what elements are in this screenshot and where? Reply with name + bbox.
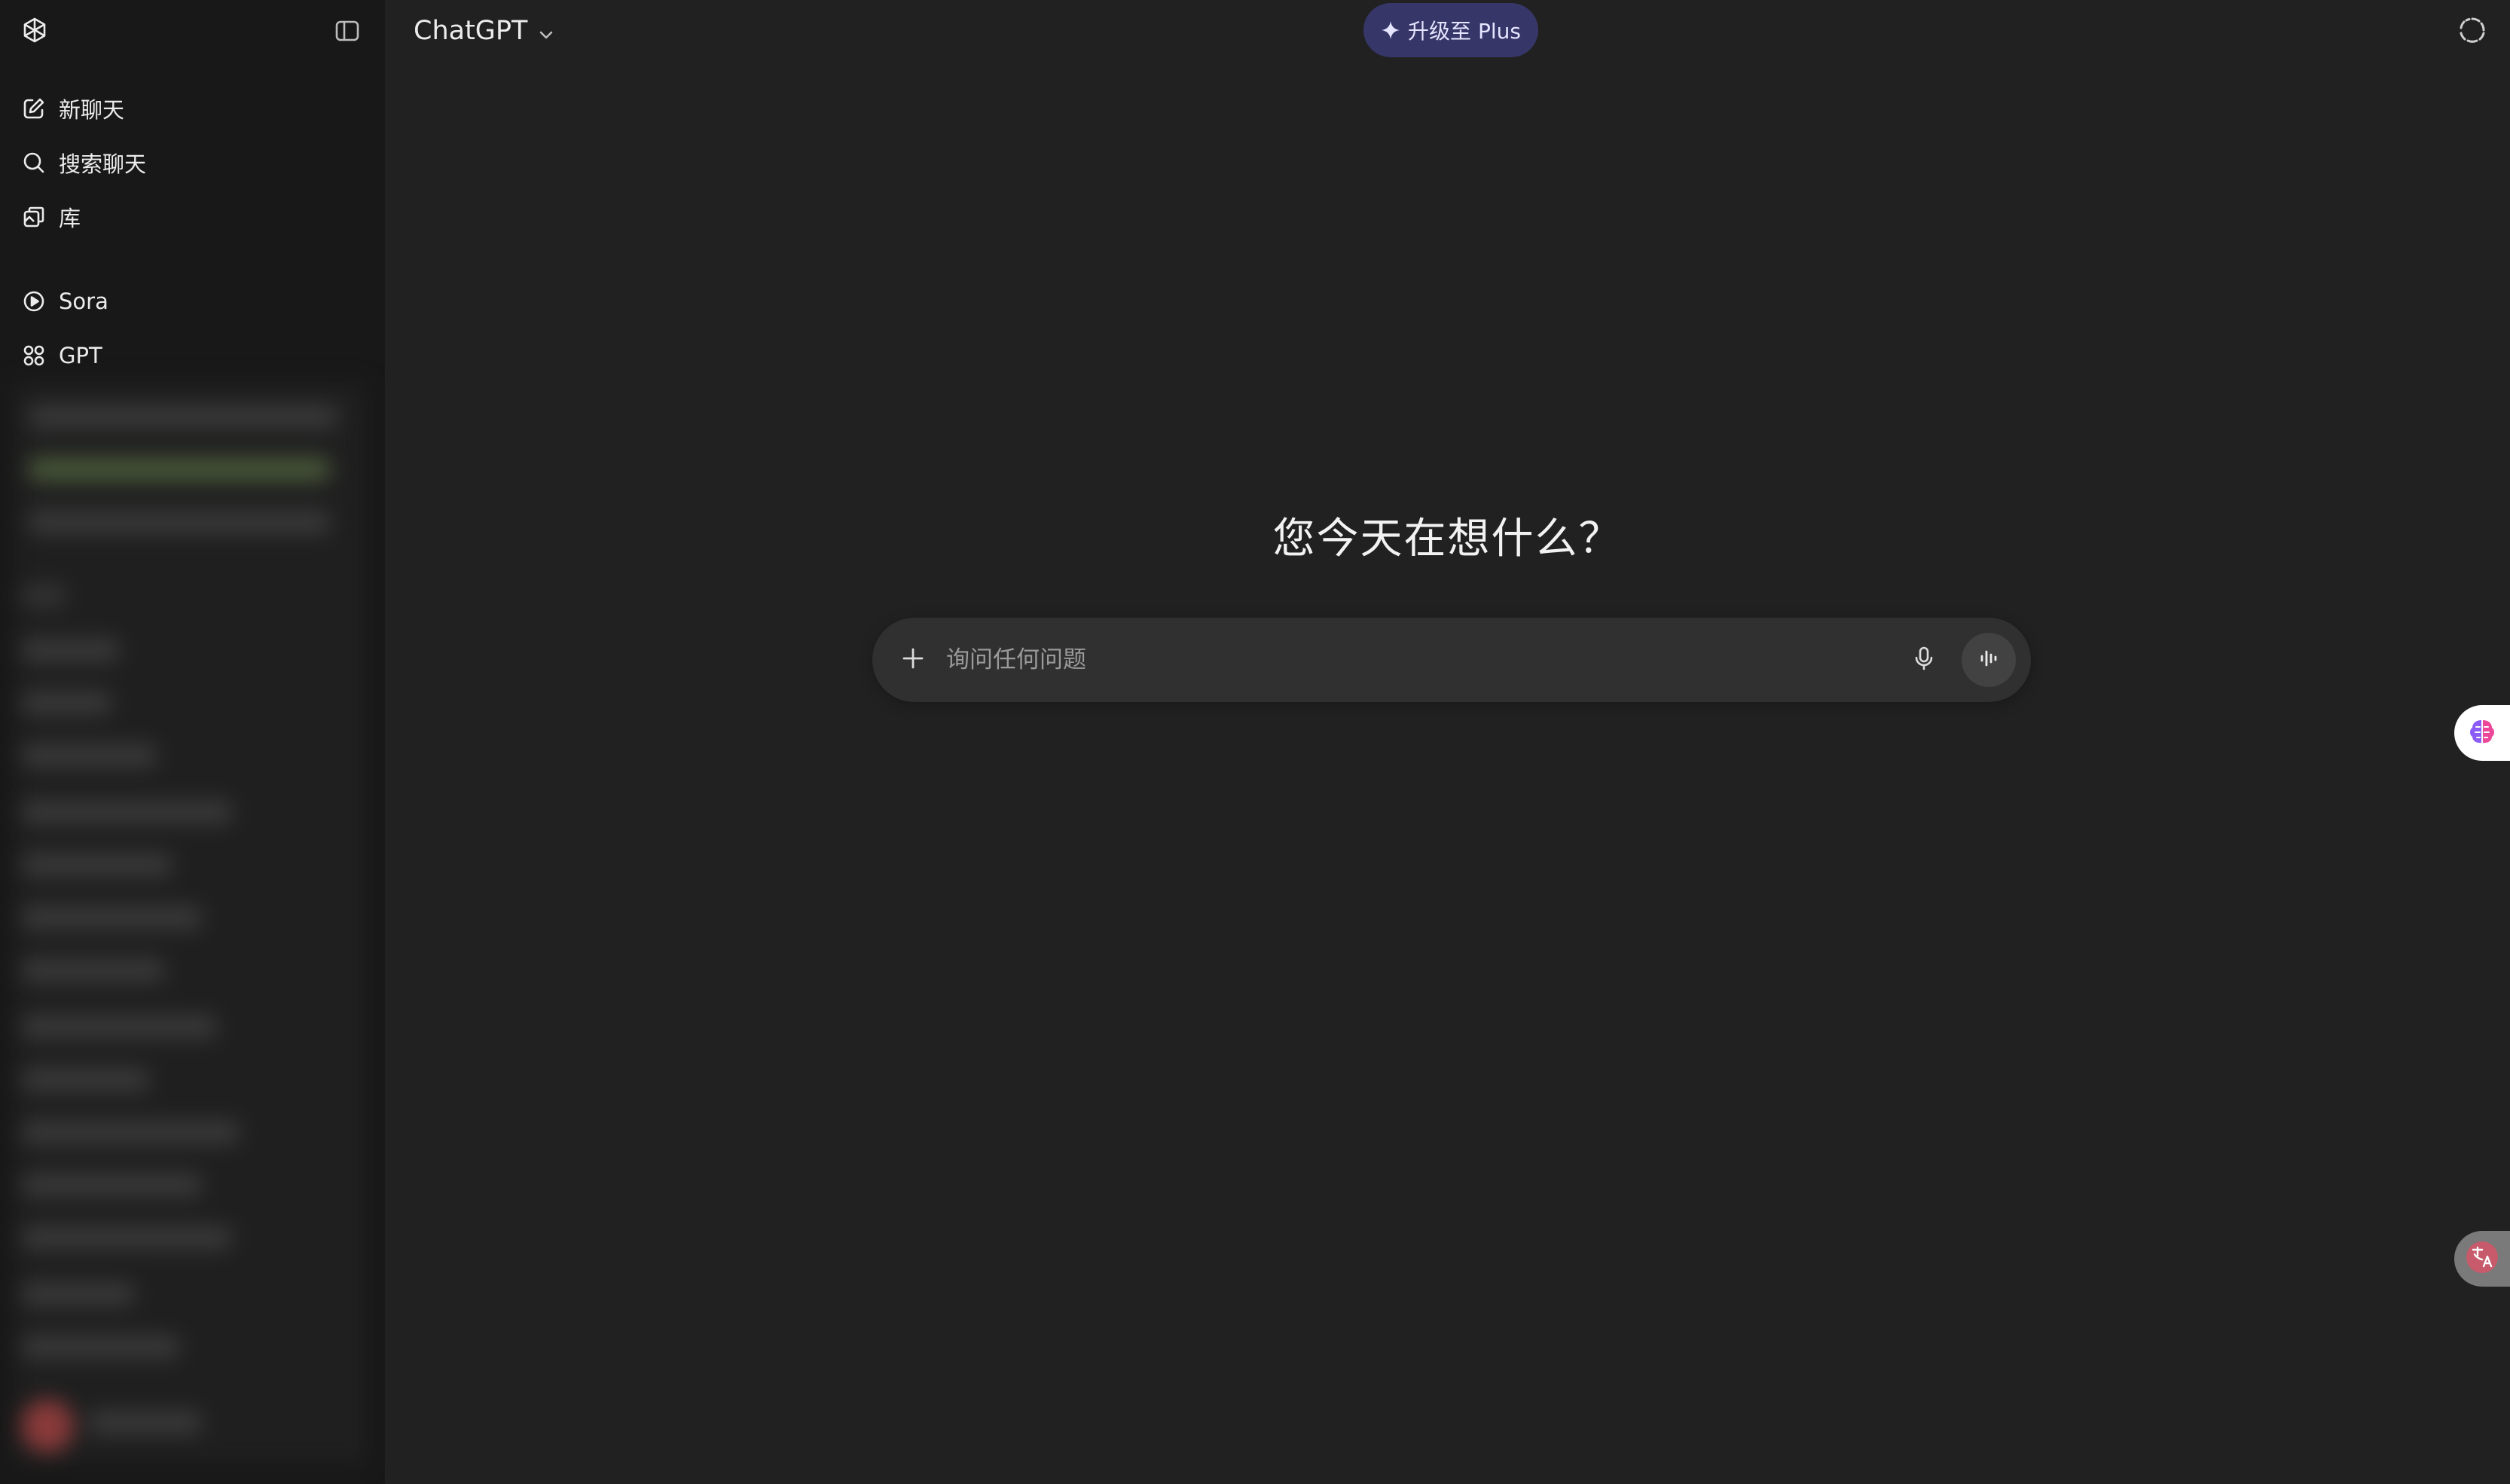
- sidebar-item-gpt[interactable]: GPT: [0, 328, 385, 383]
- openai-logo-icon[interactable]: [18, 14, 51, 47]
- model-selector[interactable]: ChatGPT: [414, 12, 556, 50]
- library-icon: [20, 203, 48, 231]
- sidebar-item-search-chats[interactable]: 搜索聊天: [0, 136, 385, 190]
- sidebar-item-label: Sora: [59, 289, 108, 314]
- translate-icon: [2464, 1239, 2500, 1278]
- model-name: ChatGPT: [414, 16, 528, 46]
- sidebar-item-label: 新聊天: [59, 97, 125, 123]
- extension-translate-button[interactable]: [2454, 1231, 2510, 1287]
- upgrade-plus-button[interactable]: 升级至 Plus: [1363, 3, 1538, 57]
- sidebar-item-library[interactable]: 库: [0, 190, 385, 244]
- app-window: 新聊天 搜索聊天 库 Sora GPT ChatGPT 升级至 Plus 您今天…: [0, 0, 2510, 1484]
- message-input[interactable]: [945, 646, 1906, 674]
- brain-icon: [2466, 716, 2498, 750]
- sidebar-item-new-chat[interactable]: 新聊天: [0, 81, 385, 136]
- plus-icon: [900, 646, 926, 674]
- sidebar: 新聊天 搜索聊天 库 Sora GPT: [0, 0, 385, 1484]
- extension-assistant-button[interactable]: [2454, 705, 2510, 761]
- temporary-chat-button[interactable]: [2456, 15, 2489, 48]
- sidebar-header: [0, 0, 385, 60]
- dictate-button[interactable]: [1906, 642, 1942, 678]
- sidebar-item-label: GPT: [59, 343, 102, 368]
- main-area: ChatGPT 升级至 Plus 您今天在想什么？ 询问任何问题: [385, 0, 2510, 1484]
- chat-history-blurred: [14, 383, 366, 1464]
- voice-mode-button[interactable]: [1962, 633, 2016, 687]
- dashed-circle-icon: [2458, 16, 2487, 47]
- upgrade-label: 升级至 Plus: [1408, 19, 1521, 44]
- add-attachment-button[interactable]: [895, 642, 931, 678]
- grid-icon: [20, 341, 48, 370]
- edit-icon: [20, 94, 48, 123]
- search-icon: [20, 148, 48, 177]
- page-title: 您今天在想什么？: [1272, 515, 1623, 563]
- microphone-icon: [1913, 646, 1935, 674]
- chevron-down-icon: [536, 21, 556, 41]
- sidebar-item-label: 库: [59, 206, 81, 231]
- chat-composer: [872, 618, 2031, 702]
- waveform-icon: [1977, 646, 2001, 673]
- sidebar-item-label: 搜索聊天: [59, 151, 147, 177]
- sidebar-nav: 新聊天 搜索聊天 库 Sora GPT: [0, 81, 385, 383]
- play-circle-icon: [20, 287, 48, 316]
- sparkle-icon: [1381, 20, 1400, 40]
- toggle-sidebar-button[interactable]: [331, 15, 363, 47]
- sidebar-item-sora[interactable]: Sora: [0, 274, 385, 328]
